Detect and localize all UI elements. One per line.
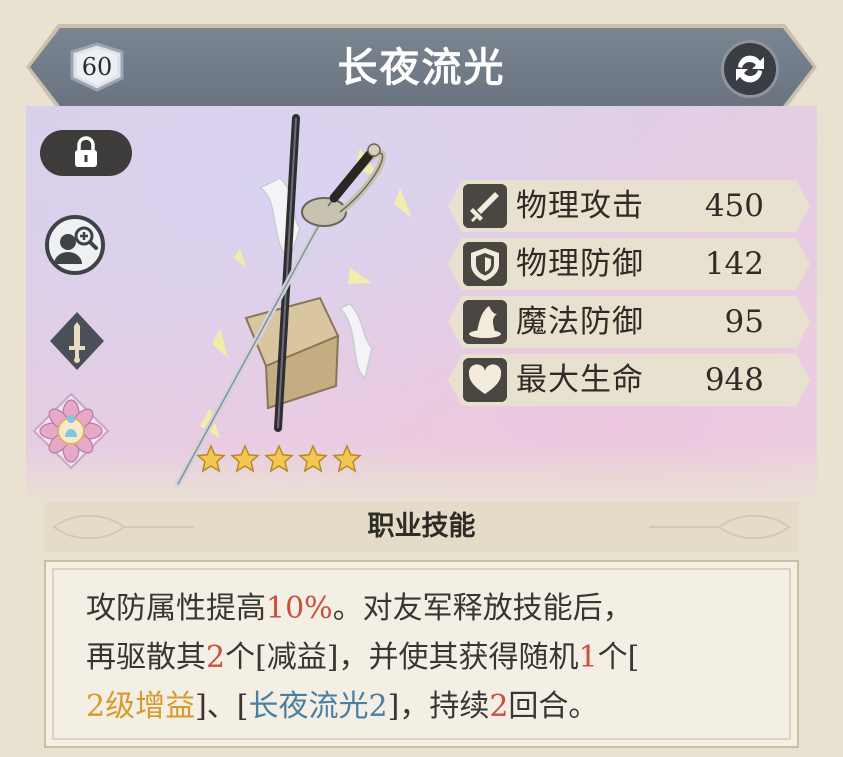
star-icon	[230, 444, 260, 473]
stat-label: 魔法防御	[516, 304, 644, 340]
swap-button[interactable]	[721, 40, 779, 98]
star-icon	[196, 444, 226, 473]
item-title: 长夜流光	[337, 44, 506, 91]
sword-class-icon	[50, 312, 104, 370]
skill-highlight-red: 10%	[266, 591, 333, 626]
skill-text-segment: 攻防属性提高	[86, 591, 266, 626]
skill-text-segment: ]、[	[195, 689, 249, 724]
skill-highlight-red: 2	[206, 640, 226, 675]
skill-text-segment: 再驱散其	[86, 640, 206, 675]
stat-value: 948	[704, 362, 764, 398]
lock-button[interactable]	[40, 130, 132, 176]
swap-icon	[736, 55, 764, 83]
stat-label: 物理防御	[516, 246, 644, 282]
skill-highlight-red: 1	[578, 640, 598, 675]
rarity-stars	[196, 444, 366, 476]
skill-highlight-blue: 长夜流光2	[248, 689, 388, 724]
rapier-weapon-art	[175, 114, 412, 487]
skill-text-segment: 个[减益]，并使其获得随机	[225, 640, 579, 675]
lotus-emblem-icon[interactable]	[32, 392, 110, 470]
skill-text-segment: ]，持续	[387, 689, 490, 724]
skill-text-segment: 。对友军释放技能后，	[332, 591, 633, 626]
stat-value: 95	[724, 304, 764, 340]
lock-icon	[75, 136, 97, 167]
stat-value: 142	[704, 246, 764, 282]
skill-text-segment: 个[	[597, 640, 640, 675]
stat-label: 最大生命	[516, 362, 644, 398]
star-icon	[298, 444, 328, 473]
skill-text-segment: 回合。	[508, 689, 599, 724]
skill-title: 职业技能	[367, 511, 476, 542]
star-icon	[264, 444, 294, 473]
wizard-hat-icon	[463, 300, 507, 344]
skill-highlight-red: 2	[489, 689, 509, 724]
stat-label: 物理攻击	[516, 188, 644, 224]
stat-value: 450	[704, 188, 764, 224]
sword-icon	[463, 184, 507, 228]
heart-icon	[463, 358, 507, 402]
character-preview-icon[interactable]	[44, 214, 106, 276]
skill-description: 攻防属性提高10%。对友军释放技能后， 再驱散其2个[减益]，并使其获得随机1个[…	[86, 584, 766, 731]
shield-icon	[463, 242, 507, 286]
star-icon	[332, 444, 362, 473]
skill-highlight-orange: 2级增益	[86, 689, 196, 724]
